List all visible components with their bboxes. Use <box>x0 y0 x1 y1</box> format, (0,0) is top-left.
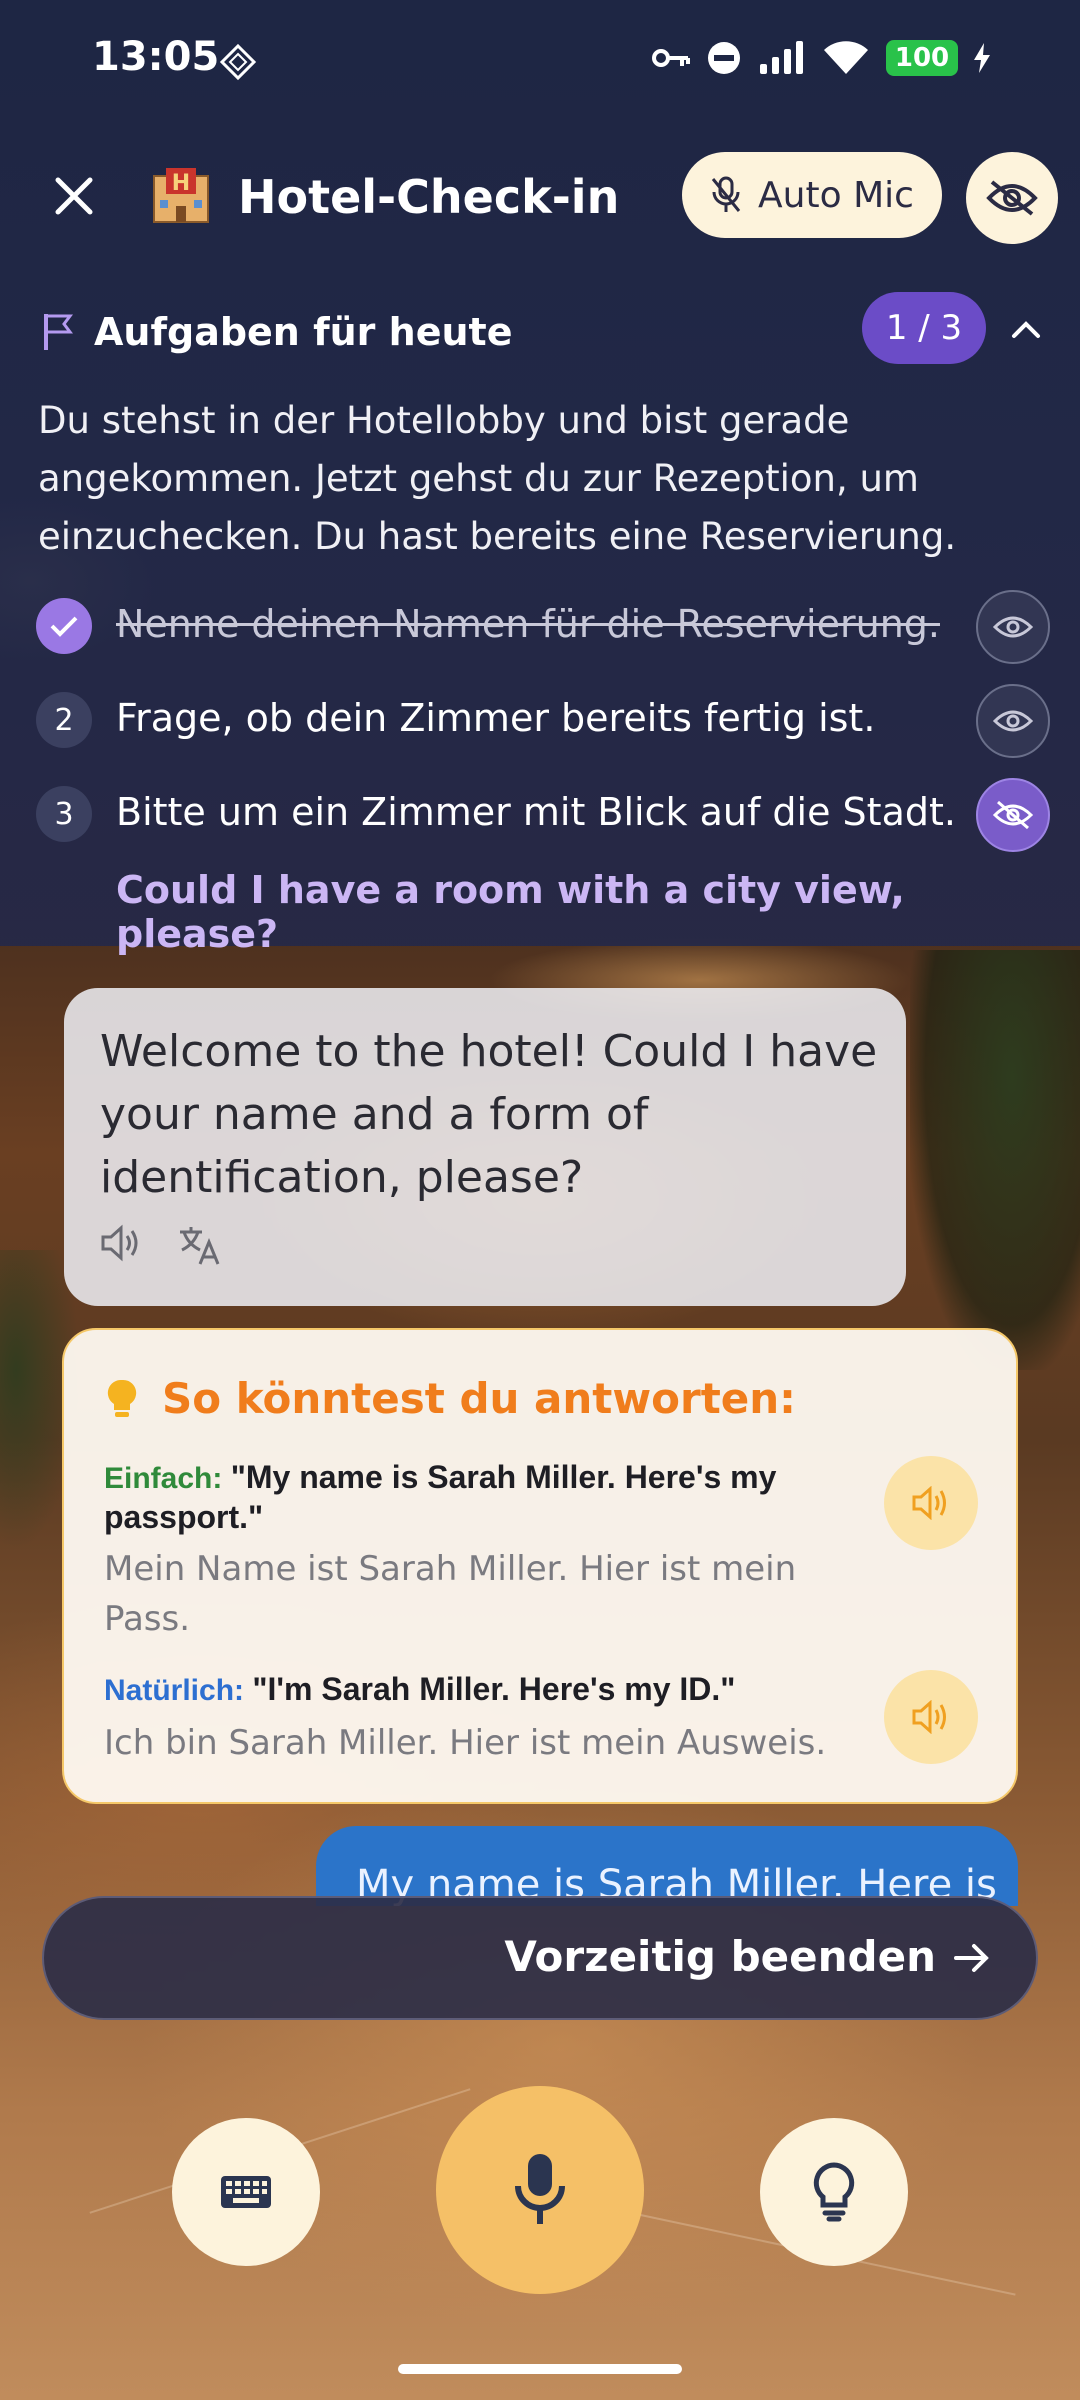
suggestion-english-line: Natürlich: "I'm Sarah Miller. Here's my … <box>104 1670 864 1710</box>
task-number: 2 <box>36 692 92 748</box>
task-hint-translation: Could I have a room with a city view, pl… <box>116 868 905 956</box>
home-indicator[interactable] <box>398 2364 682 2374</box>
task-text: Bitte um ein Zimmer mit Blick auf die St… <box>116 790 956 834</box>
user-message-bubble: My name is Sarah Miller. Here is <box>316 1826 1018 1906</box>
hide-text-button[interactable] <box>966 152 1058 244</box>
suggestion-tag-natural: Natürlich <box>104 1674 235 1707</box>
wifi-icon <box>824 41 868 74</box>
suggestion-english: "I'm Sarah Miller. Here's my ID." <box>252 1671 736 1707</box>
battery-level: 100 <box>894 43 950 73</box>
eye-icon <box>993 710 1033 732</box>
arrow-right-icon <box>954 1944 989 1972</box>
svg-text:H: H <box>172 171 190 196</box>
end-early-button[interactable]: Vorzeitig beenden <box>42 1896 1038 2020</box>
suggestion-item: Natürlich: "I'm Sarah Miller. Here's my … <box>104 1670 864 1768</box>
key-icon <box>652 49 690 67</box>
mic-off-icon <box>711 176 741 212</box>
tasks-title: Aufgaben für heute <box>94 310 513 354</box>
suggestion-tag-easy: Einfach <box>104 1462 213 1495</box>
speaker-icon[interactable] <box>100 1224 142 1262</box>
task-item: 2 Frage, ob dein Zimmer bereits fertig i… <box>36 684 1056 758</box>
do-not-disturb-icon <box>708 42 740 74</box>
suggestion-card: So könntest du antworten: Einfach: "My n… <box>62 1328 1018 1804</box>
chevron-up-icon[interactable] <box>1006 310 1046 350</box>
task-text: Nenne deinen Namen für die Reservierung. <box>116 602 940 646</box>
speaker-icon <box>912 1486 946 1520</box>
tag-separator: : <box>234 1674 253 1707</box>
suggestion-english-line: Einfach: "My name is Sarah Miller. Here'… <box>104 1458 864 1536</box>
status-time: 13:05 <box>92 34 220 80</box>
tag-separator: : <box>212 1462 231 1495</box>
charging-icon <box>974 43 990 73</box>
assistant-message-text: Welcome to the hotel! Could I have your … <box>100 1026 878 1203</box>
task-item: Nenne deinen Namen für die Reservierung. <box>36 590 1056 664</box>
status-icons: 100 <box>652 40 990 76</box>
show-hint-button[interactable] <box>976 590 1050 664</box>
hint-button[interactable] <box>760 2118 908 2266</box>
eye-icon <box>993 616 1033 638</box>
suggestion-item: Einfach: "My name is Sarah Miller. Here'… <box>104 1458 864 1644</box>
keyboard-icon <box>221 2176 271 2208</box>
play-suggestion-button[interactable] <box>884 1670 978 1764</box>
show-hint-button[interactable] <box>976 684 1050 758</box>
checkmark-icon <box>36 598 92 654</box>
suggestion-header: So könntest du antworten: <box>106 1374 796 1423</box>
translate-icon[interactable] <box>178 1224 222 1266</box>
status-bar: 13:05 100 <box>0 0 1080 120</box>
flag-icon <box>44 314 73 350</box>
assistant-message-bubble: Welcome to the hotel! Could I have your … <box>64 988 906 1306</box>
end-early-label: Vorzeitig beenden <box>504 1932 936 1981</box>
suggestion-german: Ich bin Sarah Miller. Hier ist mein Ausw… <box>104 1723 827 1763</box>
page-title: Hotel-Check-in <box>238 170 620 224</box>
auto-mic-button[interactable]: Auto Mic <box>682 152 942 238</box>
hotel-building-icon: H <box>153 168 209 223</box>
lightbulb-icon <box>813 2162 855 2222</box>
task-progress-badge: 1 / 3 <box>862 292 986 364</box>
task-number: 3 <box>36 786 92 842</box>
battery-indicator: 100 <box>886 40 958 76</box>
keyboard-button[interactable] <box>172 2118 320 2266</box>
tasks-header[interactable]: Aufgaben für heute 1 / 3 <box>40 292 1040 370</box>
suggestion-title: So könntest du antworten: <box>162 1374 796 1423</box>
diamond-icon <box>219 43 257 81</box>
close-icon[interactable] <box>44 166 104 226</box>
task-text: Frage, ob dein Zimmer bereits fertig ist… <box>116 696 876 740</box>
header: H Hotel-Check-in Auto Mic <box>0 140 1080 250</box>
message-actions <box>100 1224 222 1266</box>
eye-off-icon <box>986 180 1038 216</box>
plant-decoration <box>910 950 1080 1370</box>
hide-hint-button[interactable] <box>976 778 1050 852</box>
microphone-button[interactable] <box>436 2086 644 2294</box>
task-item: 3 Bitte um ein Zimmer mit Blick auf die … <box>36 778 1056 852</box>
speaker-icon <box>912 1700 946 1734</box>
microphone-icon <box>515 2154 565 2224</box>
scenario-description: Du stehst in der Hotellobby und bist ger… <box>38 399 957 558</box>
eye-off-icon <box>993 800 1033 830</box>
suggestion-german: Mein Name ist Sarah Miller. Hier ist mei… <box>104 1549 797 1639</box>
play-suggestion-button[interactable] <box>884 1456 978 1550</box>
signal-icon <box>760 41 803 74</box>
lightbulb-icon <box>107 1379 137 1417</box>
auto-mic-label: Auto Mic <box>758 174 914 216</box>
